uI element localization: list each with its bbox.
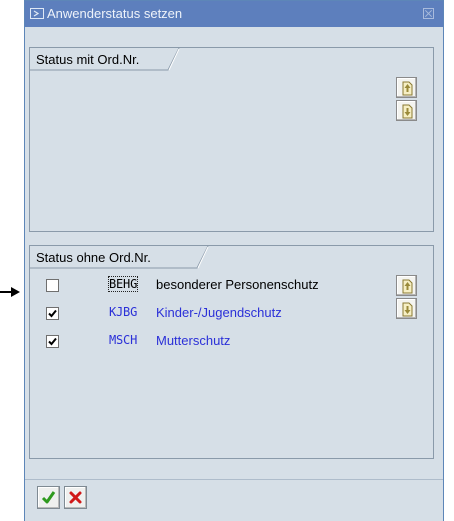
confirm-button[interactable] [37, 486, 60, 509]
move-down-button[interactable] [396, 298, 417, 319]
status-description: besonderer Personenschutz [156, 277, 319, 292]
checkmark-icon [41, 491, 56, 504]
status-code[interactable]: KJBG [109, 305, 137, 319]
move-up-button[interactable] [396, 77, 417, 98]
status-row-kjbg: KJBG Kinder-/Jugendschutz [30, 302, 390, 324]
status-checkbox[interactable] [46, 307, 59, 320]
checkmark-icon [48, 337, 57, 346]
status-with-number-group: Status mit Ord.Nr. [29, 47, 434, 232]
status-checkbox[interactable] [46, 335, 59, 348]
status-code[interactable]: MSCH [109, 333, 137, 347]
status-description: Kinder-/Jugendschutz [156, 305, 282, 320]
status-description: Mutterschutz [156, 333, 231, 348]
pointer-arrow-icon [0, 287, 20, 297]
page-up-icon [402, 279, 413, 294]
dialog-window: Anwenderstatus setzen Status mit Ord.Nr. [24, 0, 444, 521]
x-icon [69, 491, 82, 504]
dialog-footer [25, 479, 443, 521]
status-row-behg: BEHG besonderer Personenschutz [30, 274, 390, 296]
page-up-icon [402, 81, 413, 96]
page-down-icon [402, 302, 413, 317]
cancel-button[interactable] [64, 486, 87, 509]
close-icon[interactable] [423, 8, 434, 19]
move-down-button[interactable] [396, 100, 417, 121]
window-title: Anwenderstatus setzen [47, 6, 183, 21]
status-checkbox[interactable] [46, 279, 59, 292]
title-bar[interactable]: Anwenderstatus setzen [25, 1, 443, 27]
status-without-number-group: Status ohne Ord.Nr. BEHG besonderer Pers… [29, 245, 434, 459]
move-up-button[interactable] [396, 275, 417, 296]
group-label: Status mit Ord.Nr. [36, 52, 140, 67]
checkmark-icon [48, 309, 57, 318]
page-down-icon [402, 104, 413, 119]
window-menu-icon[interactable] [30, 8, 44, 19]
group-label: Status ohne Ord.Nr. [36, 250, 151, 265]
status-row-msch: MSCH Mutterschutz [30, 330, 390, 352]
status-code[interactable]: BEHG [107, 276, 139, 292]
